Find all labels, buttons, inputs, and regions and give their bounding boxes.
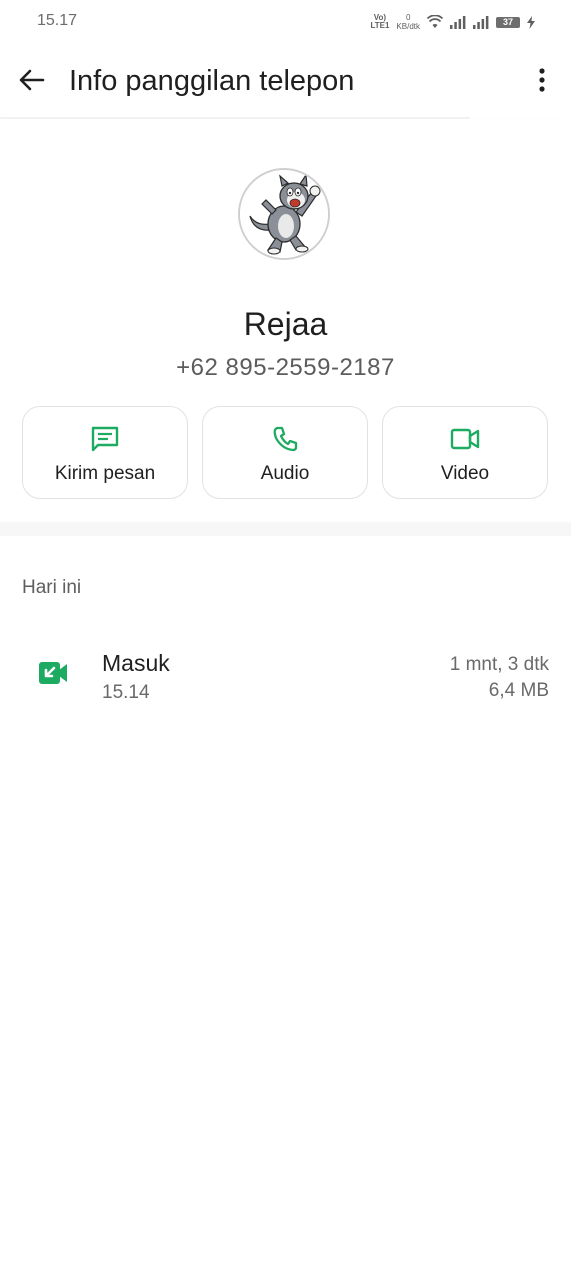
send-message-label: Kirim pesan	[54, 463, 156, 484]
avatar[interactable]	[238, 168, 330, 260]
section-divider	[0, 522, 571, 536]
message-icon	[91, 426, 119, 452]
call-log-entry[interactable]: Masuk 15.14 1 mnt, 3 dtk 6,4 MB	[0, 636, 571, 716]
battery-icon: 37	[496, 16, 520, 28]
video-icon	[450, 428, 480, 450]
contact-name: Rejaa	[243, 306, 328, 342]
app-bar: Info panggilan telepon	[0, 44, 571, 118]
back-button[interactable]	[14, 62, 50, 98]
incoming-video-call-icon	[39, 662, 67, 684]
call-duration: 1 mnt, 3 dtk	[449, 654, 549, 675]
volte-indicator: Vo) LTE1	[370, 13, 390, 30]
call-data-size: 6,4 MB	[488, 680, 549, 701]
phone-icon	[273, 426, 298, 452]
call-time: 15.14	[102, 682, 150, 703]
signal-icon-2	[473, 15, 489, 29]
page-title: Info panggilan telepon	[69, 65, 355, 97]
audio-call-label: Audio	[260, 463, 310, 484]
contact-phone: +62 895-2559-2187	[176, 354, 395, 381]
status-time: 15.17	[37, 12, 78, 29]
audio-call-button[interactable]: Audio	[202, 406, 368, 499]
cartoon-cat-avatar-icon	[240, 170, 328, 258]
call-type: Masuk	[102, 650, 170, 676]
contact-card: Rejaa +62 895-2559-2187 Kirim pesan Audi…	[0, 120, 571, 522]
send-message-button[interactable]: Kirim pesan	[22, 406, 188, 499]
header-divider	[0, 117, 470, 119]
status-icons: Vo) LTE1 0 KB/dtk 37	[370, 10, 535, 34]
charging-icon	[527, 15, 535, 29]
video-call-label: Video	[440, 463, 490, 484]
more-options-button[interactable]	[527, 62, 557, 98]
arrow-back-icon	[19, 69, 45, 91]
more-vert-icon	[539, 68, 545, 92]
wifi-icon	[427, 15, 443, 28]
network-speed: 0 KB/dtk	[396, 13, 420, 31]
signal-icon	[450, 15, 466, 29]
call-log-section-header: Hari ini	[22, 577, 82, 598]
video-call-button[interactable]: Video	[382, 406, 548, 499]
status-bar: 15.17 Vo) LTE1 0 KB/dtk 37	[0, 0, 571, 44]
